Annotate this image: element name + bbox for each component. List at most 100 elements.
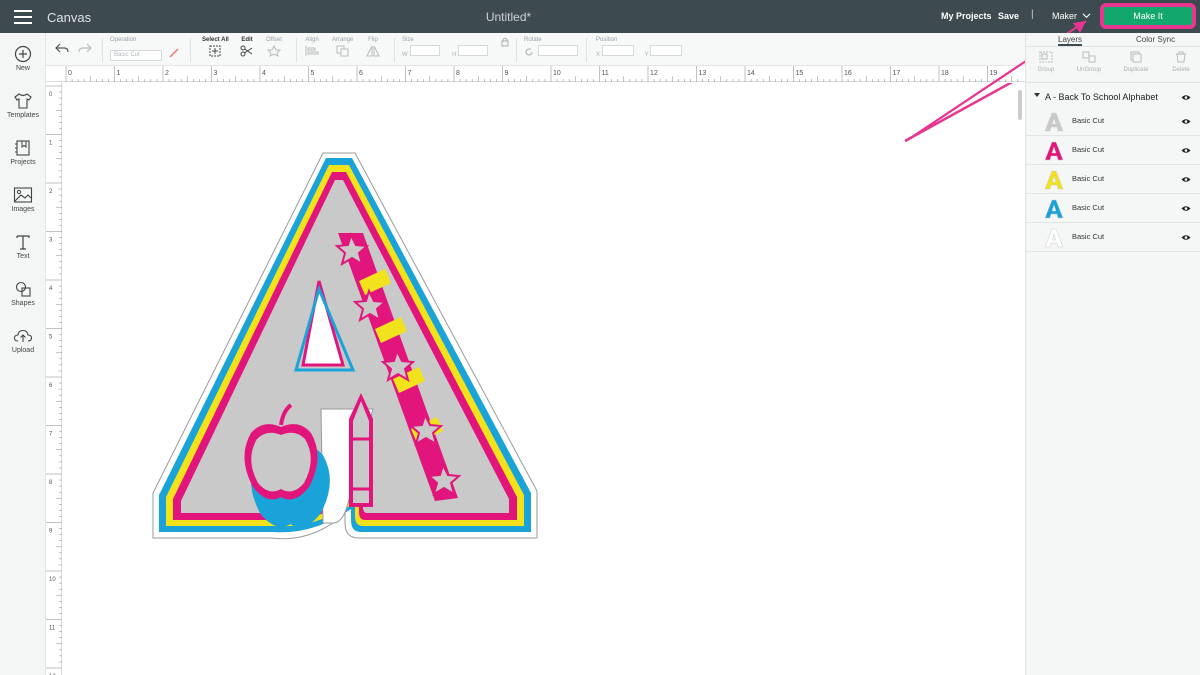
ruler-label: 10: [553, 70, 561, 77]
eye-icon[interactable]: [1181, 118, 1191, 125]
delete-button[interactable]: Delete: [1166, 51, 1196, 73]
sidebar-item-images[interactable]: Images: [0, 186, 46, 213]
trash-icon: [1176, 51, 1186, 63]
lock-icon[interactable]: [501, 37, 509, 47]
ruler-label: 15: [796, 70, 804, 77]
tab-color-sync[interactable]: Color Sync: [1136, 35, 1175, 44]
pen-color-icon[interactable]: [169, 48, 179, 58]
width-input[interactable]: [409, 45, 440, 56]
tab-layers[interactable]: Layers: [1058, 35, 1083, 46]
operation-group: Operation Basic Cut: [110, 37, 179, 61]
make-it-button[interactable]: Make It: [1102, 5, 1194, 27]
layer-name: Basic Cut: [1072, 174, 1105, 183]
delete-label: Delete: [1172, 67, 1190, 73]
group-icon: [1039, 51, 1053, 63]
sidebar-item-text[interactable]: Text: [0, 233, 46, 260]
y-input[interactable]: [650, 45, 683, 56]
select-all-group[interactable]: Select All: [202, 37, 229, 62]
design-canvas[interactable]: [63, 41, 1084, 675]
rotate-group: Rotate: [524, 37, 579, 61]
letter-a-thumbnail-icon: [1044, 112, 1064, 132]
sidebar-item-upload[interactable]: Upload: [0, 327, 46, 354]
group-label: Group: [1037, 67, 1055, 73]
sidebar-item-label: Text: [16, 253, 30, 260]
sidebar-item-label: Templates: [7, 112, 39, 119]
x-input[interactable]: [602, 45, 635, 56]
flip-icon: [366, 45, 380, 57]
ruler-label: 10: [49, 577, 56, 583]
size-group: Size W H: [402, 37, 509, 61]
ruler-label: 4: [262, 70, 266, 77]
height-input[interactable]: [458, 45, 489, 56]
sidebar-item-shapes[interactable]: Shapes: [0, 280, 46, 307]
layer-row[interactable]: Basic Cut: [1026, 107, 1200, 136]
ruler-label: 3: [49, 238, 53, 244]
layer-name: Basic Cut: [1072, 203, 1105, 212]
sidebar-item-label: New: [15, 65, 30, 72]
align-label: Align: [305, 37, 319, 43]
align-group[interactable]: Align: [305, 37, 319, 62]
offset-group[interactable]: Offset: [266, 37, 282, 62]
duplicate-icon: [1130, 51, 1142, 63]
layer-group-row[interactable]: A - Back To School Alphabet: [1026, 87, 1200, 107]
ruler-label: 8: [49, 480, 53, 486]
undo-icon[interactable]: [55, 42, 69, 54]
shapes-icon: [15, 281, 31, 297]
ruler-label: 2: [165, 70, 169, 77]
layer-row[interactable]: Basic Cut: [1026, 223, 1200, 252]
horizontal-ruler: 0 1 2 3 4 5 6 7 8 9 10 11 12 13 14 15 16 17 18 19: [46, 66, 1025, 82]
layer-row[interactable]: Basic Cut: [1026, 165, 1200, 194]
eye-icon[interactable]: [1181, 205, 1191, 212]
sidebar-item-projects[interactable]: Projects: [0, 139, 46, 166]
operation-select[interactable]: Basic Cut: [110, 50, 162, 61]
position-group: Position X Y: [596, 37, 683, 61]
ruler-label: 14: [747, 70, 755, 77]
flip-label: Flip: [368, 37, 378, 43]
letter-a-design[interactable]: [63, 41, 1084, 675]
layer-actions: Group UnGroup Duplicate Delete: [1026, 47, 1200, 83]
duplicate-button[interactable]: Duplicate: [1121, 51, 1151, 73]
document-title[interactable]: Untitled*: [0, 10, 1017, 24]
rotate-label: Rotate: [524, 37, 542, 43]
layer-group-title: A - Back To School Alphabet: [1045, 92, 1158, 102]
sidebar-item-templates[interactable]: Templates: [0, 92, 46, 119]
eye-icon[interactable]: [1181, 234, 1191, 241]
arrange-label: Arrange: [332, 37, 354, 43]
ungroup-label: UnGroup: [1076, 67, 1102, 73]
divider: [102, 38, 103, 62]
pos-x-label: X: [596, 52, 601, 58]
book-icon: [15, 140, 30, 156]
offset-label: Offset: [266, 37, 282, 43]
edit-group[interactable]: Edit: [240, 37, 254, 62]
eye-icon[interactable]: [1181, 176, 1191, 183]
flip-group[interactable]: Flip: [366, 37, 380, 62]
sidebar-item-label: Projects: [10, 159, 36, 166]
sidebar-item-new[interactable]: New: [0, 45, 46, 72]
select-all-label: Select All: [202, 37, 229, 43]
eye-icon[interactable]: [1181, 147, 1191, 154]
layer-row[interactable]: Basic Cut: [1026, 194, 1200, 223]
size-h-label: H: [452, 52, 457, 58]
arrange-group[interactable]: Arrange: [332, 37, 353, 62]
layer-list: Basic Cut Basic Cut Basic Cut Basic Cut …: [1026, 107, 1200, 252]
ruler-label: 5: [49, 335, 53, 341]
ruler-label: 1: [117, 70, 121, 77]
vertical-scrollbar[interactable]: [1018, 90, 1022, 120]
rotate-input[interactable]: [538, 45, 579, 56]
rotate-icon: [525, 48, 533, 56]
ruler-label: 9: [505, 70, 509, 77]
layer-name: Basic Cut: [1072, 116, 1105, 125]
sidebar-item-label: Shapes: [11, 300, 35, 307]
caret-down-icon[interactable]: [1034, 93, 1040, 97]
ruler-label: 16: [844, 70, 852, 77]
pos-y-label: Y: [644, 52, 649, 58]
select-all-icon: [209, 45, 221, 57]
eye-icon[interactable]: [1181, 94, 1191, 101]
ungroup-button[interactable]: UnGroup: [1074, 51, 1104, 73]
image-icon: [13, 187, 33, 203]
ruler-label: 7: [49, 432, 53, 438]
layer-row[interactable]: Basic Cut: [1026, 136, 1200, 165]
redo-icon[interactable]: [78, 42, 92, 54]
group-button[interactable]: Group: [1031, 51, 1061, 73]
ruler-label: 1: [49, 141, 53, 147]
